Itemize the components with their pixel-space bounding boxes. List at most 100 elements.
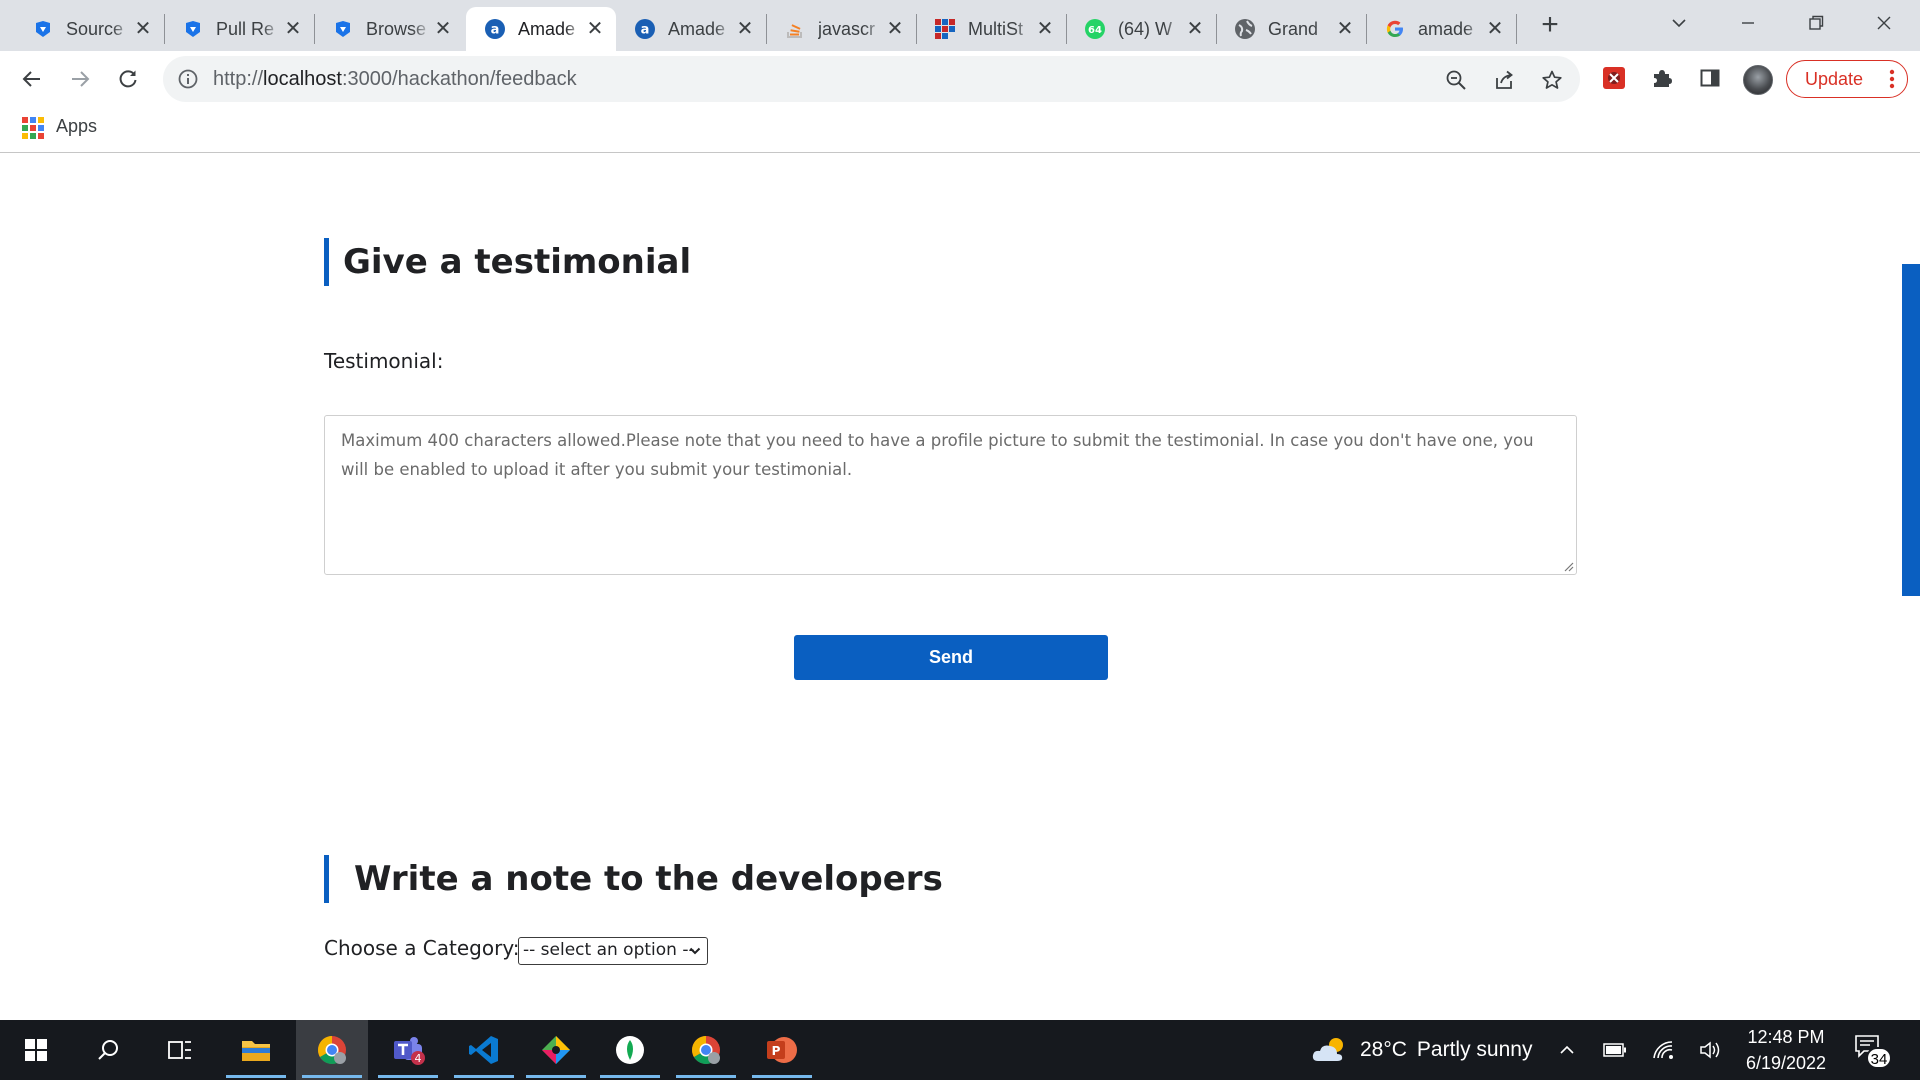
vscode-icon[interactable]	[448, 1020, 520, 1080]
teams-icon[interactable]: 4	[372, 1020, 444, 1080]
tab-title: Grand	[1268, 18, 1319, 39]
update-label: Update	[1805, 68, 1864, 89]
new-tab-plus-icon[interactable]: +	[1534, 10, 1566, 42]
powerpoint-icon[interactable]: P	[746, 1020, 818, 1080]
browser-tab[interactable]: MultiSt ✕	[916, 7, 1066, 51]
category-select[interactable]: -- select an option --	[518, 937, 708, 965]
file-explorer-icon[interactable]	[220, 1020, 292, 1080]
browser-tab[interactable]: amade ✕	[1366, 7, 1516, 51]
amadeus-icon: a	[634, 18, 656, 40]
browser-tab[interactable]: Source ✕	[14, 7, 164, 51]
tab-strip: Source ✕ Pull Re ✕ Browse ✕ a Amade ✕ a …	[0, 0, 1920, 51]
testimonial-label: Testimonial:	[324, 349, 444, 373]
wifi-icon[interactable]	[1650, 1037, 1676, 1063]
notifications-icon[interactable]: 34	[1854, 1034, 1892, 1069]
browser-tab[interactable]: Browse ✕	[314, 7, 464, 51]
close-tab-icon[interactable]: ✕	[282, 18, 304, 40]
category-selected-value: -- select an option --	[523, 940, 695, 960]
clock-time: 12:48 PM	[1747, 1027, 1825, 1047]
url-path: :3000/hackathon/feedback	[341, 68, 577, 90]
more-menu-icon[interactable]	[1889, 68, 1895, 90]
address-bar[interactable]: http://localhost:3000/hackathon/feedback	[163, 56, 1580, 102]
send-label: Send	[928, 647, 973, 667]
search-icon[interactable]	[72, 1020, 144, 1080]
close-tab-icon[interactable]: ✕	[1034, 18, 1056, 40]
amadeus-icon: a	[484, 18, 506, 40]
mongodb-compass-icon[interactable]	[594, 1020, 666, 1080]
tab-title: javascr	[818, 18, 876, 39]
browser-tab-active[interactable]: a Amade ✕	[466, 7, 616, 51]
task-view-icon[interactable]	[144, 1020, 216, 1080]
site-info-icon[interactable]	[177, 68, 199, 90]
tab-title: Browse	[366, 18, 427, 39]
tab-search-chevron-icon[interactable]	[1657, 6, 1701, 40]
tab-title: Amade	[668, 18, 726, 39]
reload-icon[interactable]	[110, 61, 146, 97]
url-host: localhost	[263, 68, 342, 90]
side-panel-icon[interactable]	[1696, 64, 1724, 92]
browser-tab[interactable]: a Amade ✕	[616, 7, 766, 51]
extension-red-icon[interactable]	[1600, 64, 1628, 92]
chevron-down-icon	[689, 947, 701, 955]
teams-badge: 4	[415, 1052, 422, 1065]
apps-bookmark[interactable]: Apps	[56, 116, 97, 137]
weather-condition: Partly sunny	[1416, 1038, 1533, 1061]
close-tab-icon[interactable]: ✕	[1334, 18, 1356, 40]
stackoverflow-icon	[784, 18, 806, 40]
update-button[interactable]: Update	[1786, 60, 1908, 98]
url-scheme: http://	[213, 68, 264, 90]
taskbar-clock[interactable]: 12:48 PM 6/19/2022	[1736, 1024, 1836, 1076]
svg-text:P: P	[772, 1044, 781, 1058]
close-tab-icon[interactable]: ✕	[132, 18, 154, 40]
close-tab-icon[interactable]: ✕	[884, 18, 906, 40]
weather-widget[interactable]: 28°C Partly sunny	[1310, 1020, 1532, 1080]
browser-tab[interactable]: javascr ✕	[766, 7, 916, 51]
close-tab-icon[interactable]: ✕	[1484, 18, 1506, 40]
windows-taskbar: 4 P 28°C Partly sunny 12:48 PM 6/19/2022…	[0, 1020, 1920, 1080]
bookmarks-bar: Apps	[0, 107, 1920, 153]
close-tab-icon[interactable]: ✕	[734, 18, 756, 40]
close-tab-icon[interactable]: ✕	[584, 18, 606, 40]
tab-title: Pull Re	[216, 18, 275, 39]
apps-grid-icon[interactable]	[22, 117, 44, 139]
resize-grip-icon[interactable]	[1560, 558, 1574, 572]
share-icon[interactable]	[1491, 67, 1517, 93]
close-tab-icon[interactable]: ✕	[1184, 18, 1206, 40]
show-hidden-icons-chevron-icon[interactable]	[1554, 1037, 1580, 1063]
forward-arrow-icon[interactable]	[62, 61, 98, 97]
chrome-taskbar-icon[interactable]	[296, 1020, 368, 1080]
textarea-placeholder: Maximum 400 characters allowed.Please no…	[341, 431, 1534, 479]
extensions-puzzle-icon[interactable]	[1648, 64, 1676, 92]
browser-tab[interactable]: Pull Re ✕	[164, 7, 314, 51]
send-button[interactable]: Send	[794, 635, 1108, 680]
battery-icon[interactable]	[1602, 1037, 1628, 1063]
minimize-icon[interactable]	[1726, 6, 1770, 40]
weather-temperature: 28°C	[1360, 1038, 1407, 1061]
close-tab-icon[interactable]: ✕	[432, 18, 454, 40]
profile-avatar[interactable]	[1743, 65, 1773, 95]
tab-title: MultiSt	[968, 18, 1024, 39]
url-text: http://localhost:3000/hackathon/feedback	[213, 56, 577, 102]
notifications-count-badge: 34	[1866, 1047, 1892, 1069]
google-icon	[1384, 18, 1406, 40]
bookmark-star-icon[interactable]	[1539, 67, 1565, 93]
zoom-icon[interactable]	[1443, 67, 1469, 93]
windows-start-icon[interactable]	[0, 1020, 72, 1080]
azure-devops-icon	[332, 18, 354, 40]
restore-icon[interactable]	[1794, 6, 1838, 40]
browser-tab[interactable]: Grand ✕	[1216, 7, 1366, 51]
back-arrow-icon[interactable]	[14, 61, 50, 97]
chrome-profile-taskbar-icon[interactable]	[670, 1020, 742, 1080]
testimonial-textarea[interactable]: Maximum 400 characters allowed.Please no…	[324, 415, 1577, 575]
page-content: Give a testimonial Testimonial: Maximum …	[0, 154, 1920, 1020]
volume-icon[interactable]	[1698, 1037, 1724, 1063]
git-client-icon[interactable]	[520, 1020, 592, 1080]
browser-tab[interactable]: 64 (64) W ✕	[1066, 7, 1216, 51]
tab-title: Amade	[518, 18, 576, 39]
tab-title: Source	[66, 18, 124, 39]
close-window-icon[interactable]	[1862, 6, 1906, 40]
partly-sunny-icon	[1312, 1038, 1343, 1061]
svg-text:64: 64	[1088, 25, 1102, 36]
svg-text:a: a	[641, 23, 650, 38]
browser-toolbar: http://localhost:3000/hackathon/feedback…	[0, 51, 1920, 107]
